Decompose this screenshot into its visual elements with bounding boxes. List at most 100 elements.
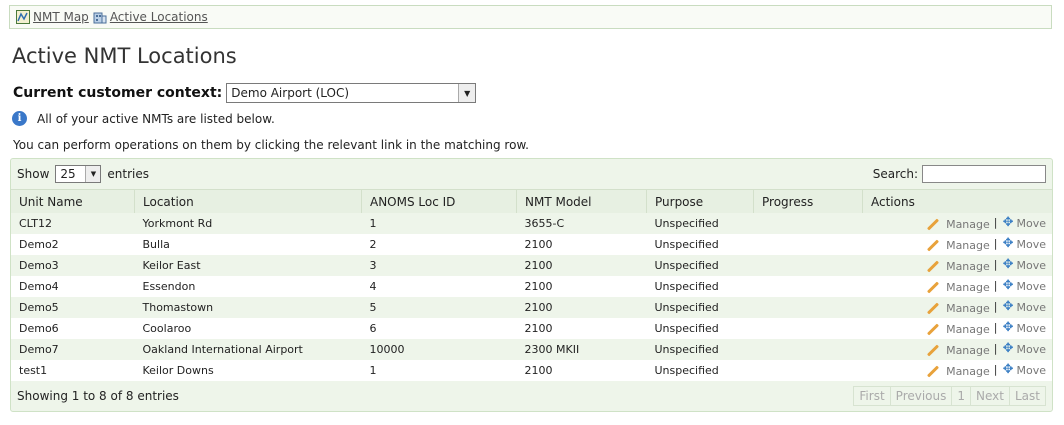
- manage-link[interactable]: Manage: [926, 260, 990, 273]
- move-link[interactable]: ✥ Move: [1002, 342, 1046, 356]
- column-header-progress[interactable]: Progress: [753, 189, 863, 213]
- page-size-select[interactable]: 25 ▼: [55, 165, 102, 183]
- customer-context-select[interactable]: Demo Airport (LOC) ▼: [226, 83, 477, 103]
- move-link[interactable]: ✥ Move: [1002, 215, 1046, 230]
- column-header-purpose[interactable]: Purpose: [646, 189, 754, 213]
- action-separator: |: [993, 300, 998, 313]
- cell-actions: Manage | ✥ Move: [862, 255, 1052, 276]
- cell-purpose: Unspecified: [646, 255, 754, 276]
- breadcrumb: NMT Map Active Locations: [9, 5, 1052, 29]
- action-separator: |: [993, 216, 998, 229]
- column-header-location[interactable]: Location: [134, 189, 362, 213]
- info-message: i All of your active NMTs are listed bel…: [12, 111, 275, 126]
- page-size-control: Show 25 ▼ entries: [17, 165, 149, 183]
- move-link[interactable]: ✥ Move: [1002, 278, 1046, 293]
- chevron-down-icon: ▼: [85, 166, 101, 182]
- cell-purpose: Unspecified: [646, 297, 754, 318]
- table-header-row: Unit Name Location ANOMS Loc ID NMT Mode…: [11, 189, 1052, 213]
- cell-purpose: Unspecified: [646, 318, 754, 339]
- cell-progress: [753, 234, 863, 255]
- cell-purpose: Unspecified: [646, 213, 754, 234]
- cell-nmt-model: 2100: [516, 276, 647, 297]
- column-header-unit-name[interactable]: Unit Name: [11, 189, 135, 213]
- table-row: test1 Keilor Downs 1 2100 Unspecified Manage |…: [11, 360, 1052, 381]
- move-link[interactable]: ✥ Move: [1002, 257, 1046, 272]
- search-control: Search:: [873, 165, 1046, 183]
- cell-location: Keilor East: [134, 255, 362, 276]
- column-header-actions[interactable]: Actions: [862, 189, 1052, 213]
- pagination: First Previous 1 Next Last: [853, 386, 1046, 406]
- cell-purpose: Unspecified: [646, 360, 754, 381]
- column-header-nmt-model[interactable]: NMT Model: [516, 189, 647, 213]
- move-icon: ✥: [1002, 215, 1014, 230]
- cell-progress: [753, 276, 863, 297]
- pencil-icon: [927, 218, 940, 231]
- pager-page-1[interactable]: 1: [951, 386, 972, 406]
- cell-anoms-loc-id: 1: [361, 213, 517, 234]
- table-row: Demo4 Essendon 4 2100 Unspecified Manage | ✥ Mov…: [11, 276, 1052, 297]
- action-separator: |: [993, 279, 998, 292]
- action-separator: |: [993, 258, 998, 271]
- cell-progress: [753, 360, 863, 381]
- table-row: Demo2 Bulla 2 2100 Unspecified Manage | ✥ Move: [11, 234, 1052, 255]
- cell-nmt-model: 2100: [516, 297, 647, 318]
- move-icon: ✥: [1002, 299, 1014, 314]
- move-link[interactable]: ✥ Move: [1002, 299, 1046, 314]
- cell-unit-name: Demo6: [11, 318, 135, 339]
- pager-next[interactable]: Next: [970, 386, 1010, 406]
- info-icon: i: [12, 111, 27, 126]
- cell-unit-name: test1: [11, 360, 135, 381]
- column-header-anoms-loc-id[interactable]: ANOMS Loc ID: [361, 189, 517, 213]
- cell-anoms-loc-id: 4: [361, 276, 517, 297]
- cell-nmt-model: 2300 MKII: [516, 339, 647, 360]
- manage-link[interactable]: Manage: [926, 344, 990, 357]
- cell-nmt-model: 2100: [516, 234, 647, 255]
- move-link[interactable]: ✥ Move: [1002, 236, 1046, 251]
- pager-last[interactable]: Last: [1009, 386, 1046, 406]
- chevron-down-icon: ▼: [458, 84, 476, 102]
- move-icon: ✥: [1002, 257, 1014, 272]
- move-icon: ✥: [1002, 236, 1014, 251]
- cell-actions: Manage | ✥ Move: [862, 276, 1052, 297]
- pencil-icon: [927, 239, 940, 252]
- cell-unit-name: Demo5: [11, 297, 135, 318]
- manage-link[interactable]: Manage: [926, 239, 990, 252]
- table-row: Demo7 Oakland International Airport 10000 2…: [11, 339, 1052, 360]
- pencil-icon: [927, 302, 940, 315]
- pager-first[interactable]: First: [853, 386, 891, 406]
- breadcrumb-active-locations[interactable]: Active Locations: [93, 10, 208, 24]
- manage-link[interactable]: Manage: [926, 365, 990, 378]
- manage-link[interactable]: Manage: [926, 281, 990, 294]
- cell-actions: Manage | ✥ Move: [862, 213, 1052, 234]
- cell-progress: [753, 339, 863, 360]
- cell-progress: [753, 297, 863, 318]
- page-title: Active NMT Locations: [12, 44, 237, 68]
- move-icon: ✥: [1002, 278, 1014, 293]
- cell-location: Keilor Downs: [134, 360, 362, 381]
- manage-link[interactable]: Manage: [926, 218, 990, 231]
- move-link[interactable]: ✥ Move: [1002, 363, 1046, 377]
- cell-progress: [753, 213, 863, 234]
- manage-link[interactable]: Manage: [926, 323, 990, 336]
- move-link[interactable]: ✥ Move: [1002, 320, 1046, 335]
- cell-unit-name: Demo4: [11, 276, 135, 297]
- cell-location: Yorkmont Rd: [134, 213, 362, 234]
- cell-location: Coolaroo: [134, 318, 362, 339]
- search-input[interactable]: [922, 165, 1046, 183]
- table-row: Demo5 Thomastown 5 2100 Unspecified Manage | ✥ M…: [11, 297, 1052, 318]
- move-icon: ✥: [1002, 320, 1014, 335]
- cell-actions: Manage | ✥ Move: [862, 339, 1052, 360]
- cell-purpose: Unspecified: [646, 276, 754, 297]
- manage-link[interactable]: Manage: [926, 302, 990, 315]
- action-separator: |: [993, 237, 998, 250]
- pencil-icon: [927, 260, 940, 273]
- cell-purpose: Unspecified: [646, 234, 754, 255]
- cell-actions: Manage | ✥ Move: [862, 297, 1052, 318]
- cell-purpose: Unspecified: [646, 339, 754, 360]
- pencil-icon: [927, 323, 940, 336]
- breadcrumb-nmt-map[interactable]: NMT Map: [16, 10, 89, 24]
- cell-location: Bulla: [134, 234, 362, 255]
- pager-previous[interactable]: Previous: [889, 386, 953, 406]
- cell-unit-name: CLT12: [11, 213, 135, 234]
- cell-anoms-loc-id: 5: [361, 297, 517, 318]
